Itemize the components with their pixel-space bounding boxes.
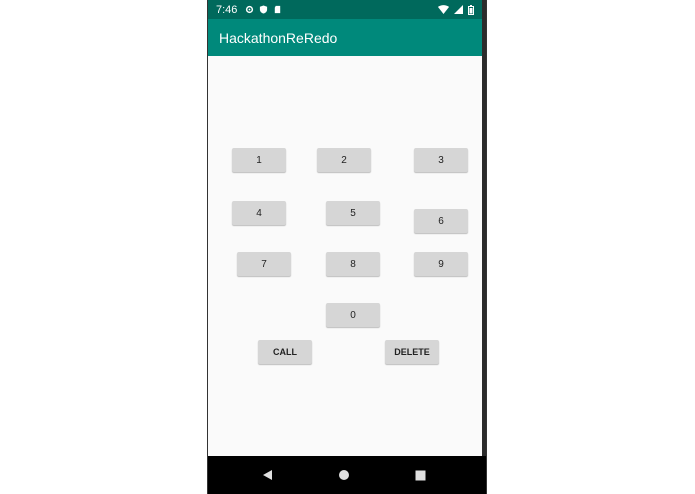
key-0-button[interactable]: 0 [326, 303, 380, 327]
status-bar: 7:46 [208, 0, 482, 19]
home-icon [339, 470, 349, 480]
nav-recents-button[interactable] [410, 465, 430, 485]
key-7-button[interactable]: 7 [237, 252, 291, 276]
key-1-button[interactable]: 1 [232, 148, 286, 172]
app-title: HackathonReRedo [219, 29, 338, 46]
gear-icon [246, 5, 254, 14]
shield-icon [260, 5, 268, 14]
nav-back-button[interactable] [258, 465, 278, 485]
device-bezel [482, 0, 486, 494]
delete-button[interactable]: DELETE [385, 340, 439, 364]
nav-home-button[interactable] [334, 465, 354, 485]
app-bar: HackathonReRedo [208, 19, 482, 56]
key-2-button[interactable]: 2 [317, 148, 371, 172]
key-5-button[interactable]: 5 [326, 201, 380, 225]
sd-card-icon [275, 5, 281, 14]
key-6-button[interactable]: 6 [414, 209, 468, 233]
status-icons-right [438, 4, 474, 15]
battery-icon [468, 4, 474, 15]
call-button[interactable]: CALL [258, 340, 312, 364]
signal-icon [454, 5, 463, 14]
key-9-button[interactable]: 9 [414, 252, 468, 276]
dialer-content: 1 2 3 4 5 6 7 8 9 0 CALL DELETE [208, 56, 482, 456]
phone-screen: 7:46 HackathonReRedo 1 2 3 4 5 6 7 8 9 0… [208, 0, 486, 494]
key-3-button[interactable]: 3 [414, 148, 468, 172]
wifi-icon [438, 5, 449, 14]
navigation-bar [208, 456, 486, 494]
key-4-button[interactable]: 4 [232, 201, 286, 225]
status-time: 7:46 [216, 3, 238, 16]
back-icon [263, 470, 272, 480]
key-8-button[interactable]: 8 [326, 252, 380, 276]
recents-icon [415, 470, 425, 480]
